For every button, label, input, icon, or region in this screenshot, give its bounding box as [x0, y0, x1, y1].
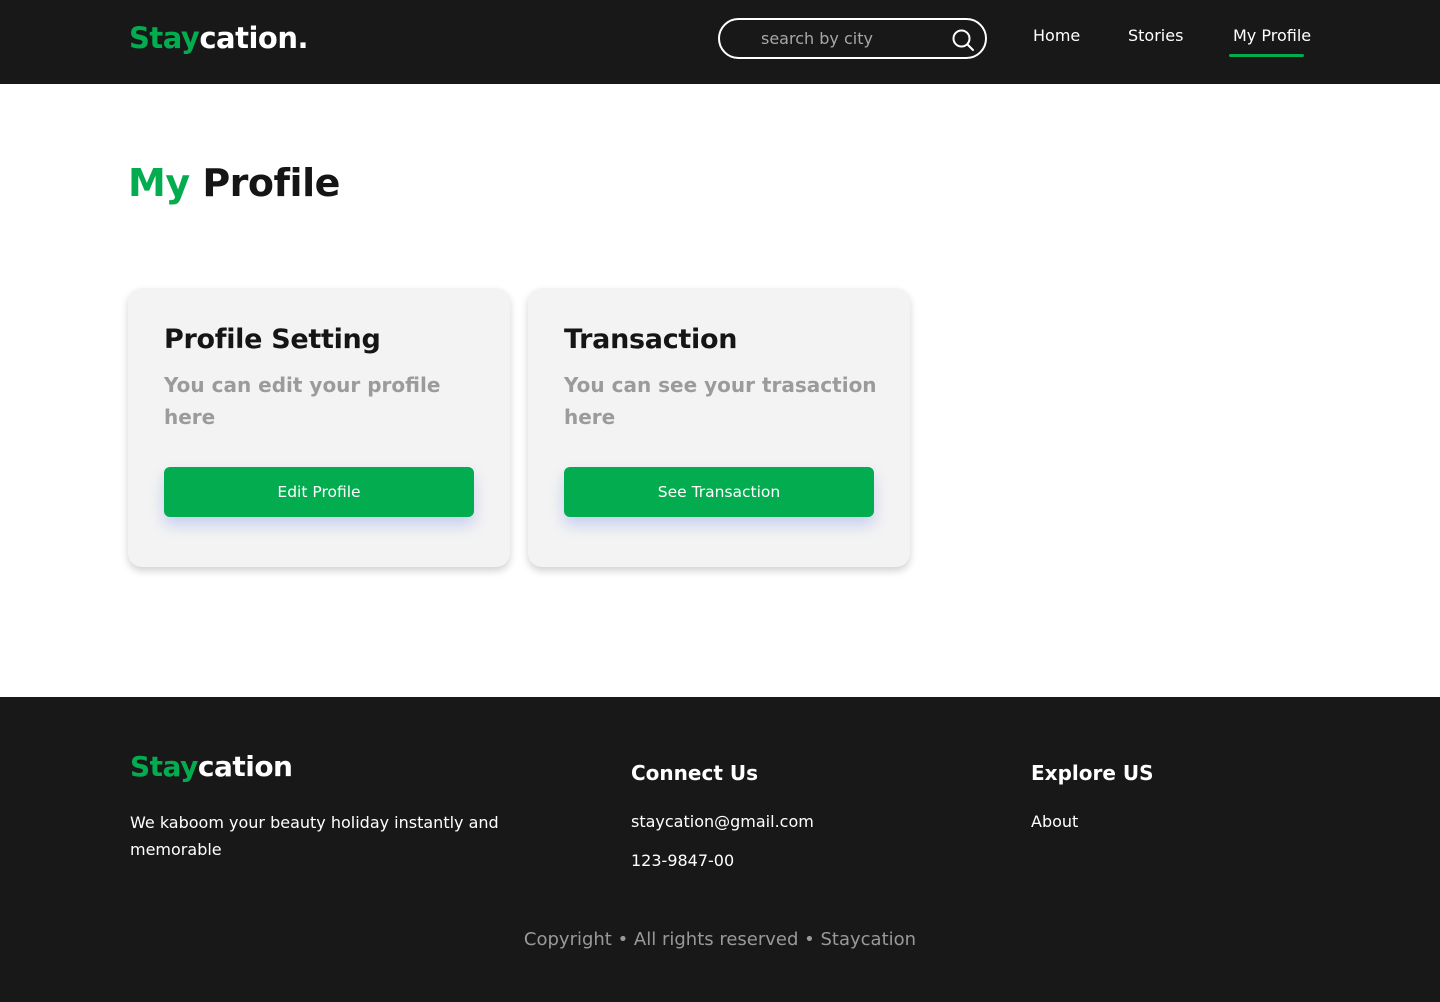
nav-stories-link[interactable]: Stories [1128, 25, 1183, 47]
nav-my-profile-link[interactable]: My Profile [1233, 25, 1311, 47]
copyright-text: Copyright • All rights reserved • Stayca… [523, 929, 917, 950]
footer-logo: Staycation [130, 749, 293, 785]
search-box [718, 18, 987, 59]
site-footer: Staycation We kaboom your beauty holiday… [0, 697, 1440, 1002]
contact-email-link[interactable]: staycation@gmail.com [631, 810, 814, 834]
page-title-accent: My [128, 161, 190, 205]
top-navbar: Staycation. Home Stories My Profile [0, 0, 1440, 84]
connect-us-heading: Connect Us [631, 761, 758, 785]
page-title-rest: Profile [189, 161, 340, 205]
card-description: You can see your trasaction here [564, 373, 877, 429]
about-link[interactable]: About [1031, 810, 1078, 834]
profile-setting-card: Profile Setting You can edit your profil… [128, 288, 510, 567]
explore-us-heading: Explore US [1031, 761, 1154, 785]
edit-profile-button[interactable]: Edit Profile [164, 467, 474, 517]
page-title: My Profile [128, 158, 340, 208]
footer-tagline: We kaboom your beauty holiday instantly … [130, 813, 499, 859]
brand-logo[interactable]: Staycation. [129, 20, 308, 56]
footer-logo-rest: cation [197, 750, 293, 783]
card-description: You can edit your profile here [164, 373, 441, 429]
card-title: Transaction [564, 324, 738, 355]
logo-accent: Stay [129, 21, 200, 55]
footer-logo-accent: Stay [130, 750, 198, 783]
search-input[interactable] [761, 24, 941, 52]
transaction-card: Transaction You can see your trasaction … [528, 288, 910, 567]
see-transaction-button[interactable]: See Transaction [564, 467, 874, 517]
nav-home-link[interactable]: Home [1033, 25, 1080, 47]
search-icon[interactable] [951, 28, 975, 52]
contact-phone-link[interactable]: 123-9847-00 [631, 849, 734, 873]
active-nav-indicator [1229, 54, 1304, 57]
card-title: Profile Setting [164, 324, 381, 355]
logo-rest: cation. [199, 21, 308, 55]
